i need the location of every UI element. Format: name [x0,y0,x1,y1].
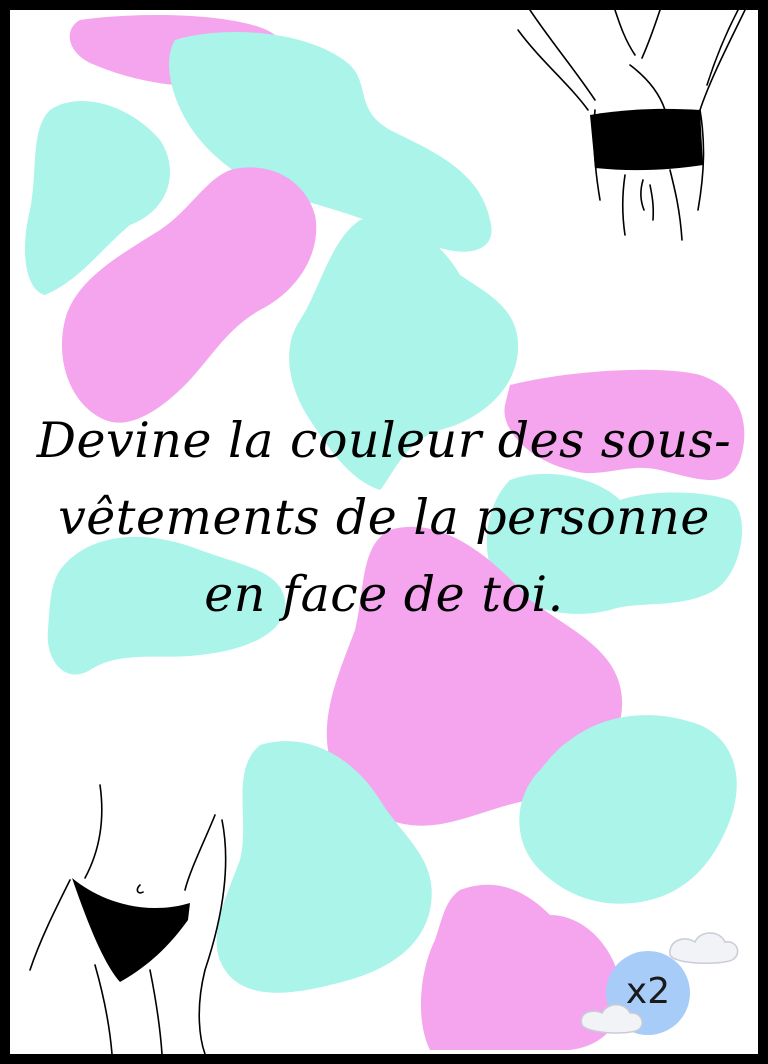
card-prompt: Devine la couleur des sous-vêtements de … [36,412,732,623]
game-card: Devine la couleur des sous-vêtements de … [0,0,768,1064]
count-badge-label: x2 [625,971,671,1012]
black-briefs [72,878,190,982]
cloud-icon [669,932,739,965]
bandeau-top [590,108,703,171]
